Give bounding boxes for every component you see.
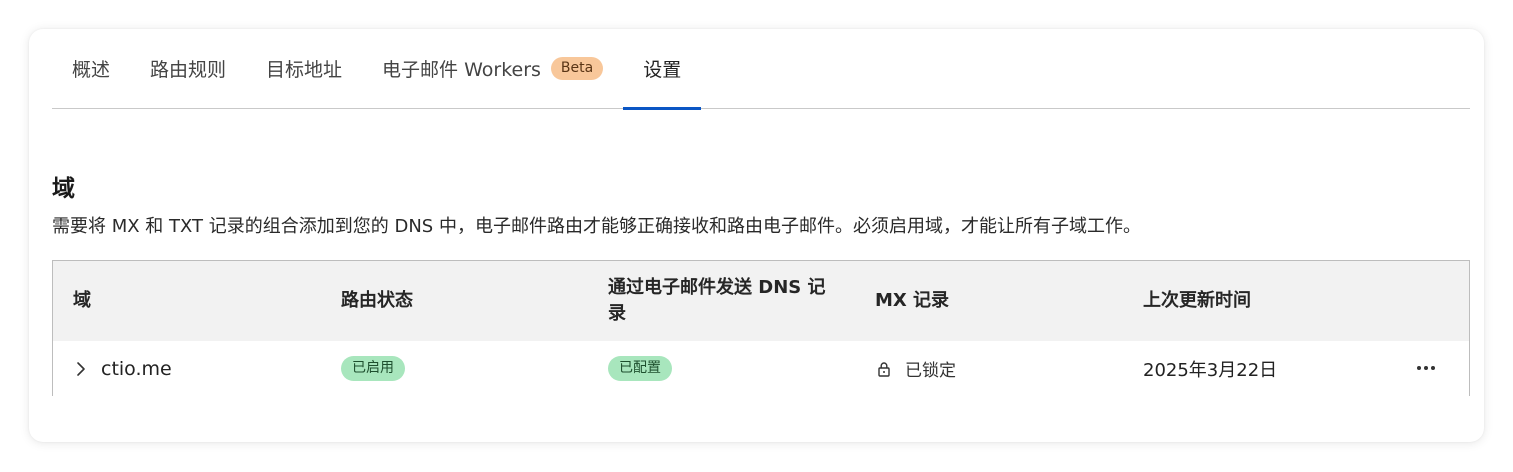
- dns-records-cell: 已配置: [608, 341, 672, 396]
- dns-records-badge: 已配置: [608, 356, 672, 381]
- mx-records-status: 已锁定: [905, 361, 956, 381]
- section-description: 需要将 MX 和 TXT 记录的组合添加到您的 DNS 中，电子邮件路由才能够正…: [52, 216, 1141, 237]
- tab-routing-rules[interactable]: 路由规则: [130, 29, 246, 108]
- tab-settings[interactable]: 设置: [623, 29, 702, 110]
- tab-destination-addresses-label: 目标地址: [266, 59, 343, 81]
- mx-records-cell: 已锁定: [877, 341, 956, 396]
- column-header-mx-records: MX 记录: [875, 290, 950, 311]
- settings-card: 概述 路由规则 目标地址 电子邮件 Workers Beta 设置 域 需要将 …: [29, 29, 1484, 442]
- routing-status-cell: 已启用: [341, 341, 405, 396]
- tab-email-workers-label: 电子邮件 Workers: [382, 59, 541, 81]
- column-header-domain: 域: [73, 290, 91, 311]
- column-header-dns-records: 通过电子邮件发送 DNS 记录: [608, 277, 826, 324]
- last-updated-cell: 2025年3月22日: [1143, 341, 1277, 396]
- tab-overview-label: 概述: [72, 59, 111, 81]
- tab-destination-addresses[interactable]: 目标地址: [246, 29, 362, 108]
- section-title: 域: [52, 176, 75, 202]
- table-header: 域 路由状态 通过电子邮件发送 DNS 记录 MX 记录 上次更新时间: [53, 261, 1469, 341]
- lock-icon: [877, 361, 891, 377]
- tab-email-workers[interactable]: 电子邮件 Workers Beta: [362, 29, 623, 108]
- tab-settings-label: 设置: [643, 59, 682, 81]
- last-updated-date: 2025年3月22日: [1143, 359, 1278, 381]
- chevron-right-icon[interactable]: [73, 360, 89, 378]
- tab-overview[interactable]: 概述: [52, 29, 130, 108]
- domains-table: 域 路由状态 通过电子邮件发送 DNS 记录 MX 记录 上次更新时间 ctio…: [52, 260, 1470, 396]
- beta-badge: Beta: [550, 57, 604, 80]
- tab-bar: 概述 路由规则 目标地址 电子邮件 Workers Beta 设置: [52, 29, 1470, 110]
- tab-routing-rules-label: 路由规则: [150, 59, 227, 81]
- column-header-last-updated: 上次更新时间: [1143, 290, 1251, 311]
- table-row[interactable]: ctio.me 已启用 已配置 已锁定 2025年3月22日: [53, 341, 1469, 396]
- domain-name: ctio.me: [101, 357, 172, 380]
- column-header-routing-status: 路由状态: [341, 290, 413, 311]
- more-horizontal-icon[interactable]: [1413, 355, 1439, 381]
- domain-cell: ctio.me: [73, 341, 172, 396]
- routing-status-badge: 已启用: [341, 356, 405, 381]
